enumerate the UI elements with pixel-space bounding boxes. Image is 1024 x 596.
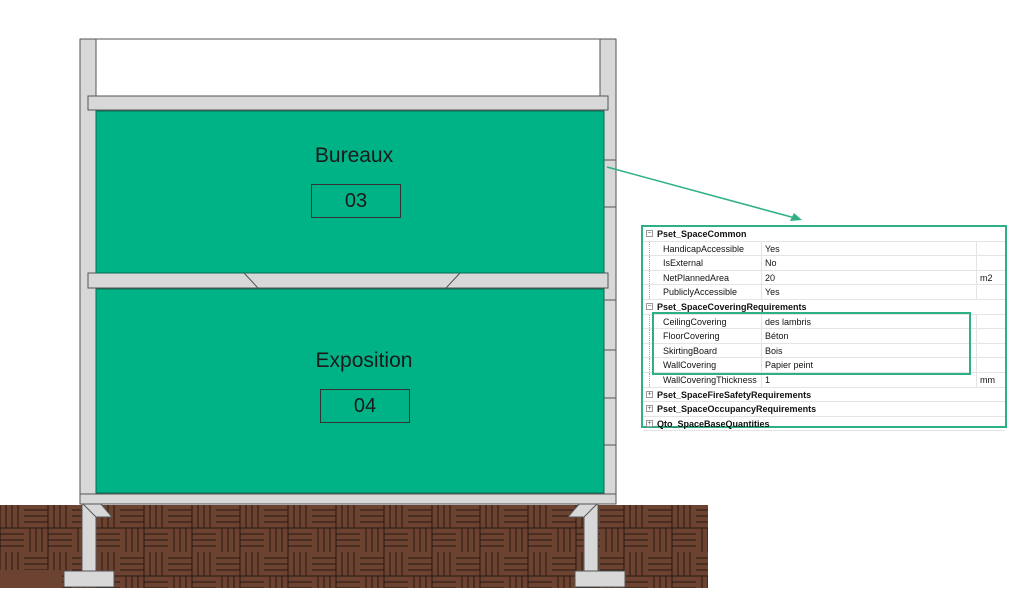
property-unit xyxy=(976,329,1005,343)
property-name: SkirtingBoard xyxy=(663,345,718,356)
property-name: WallCoveringThickness xyxy=(663,374,757,385)
property-unit xyxy=(976,314,1005,329)
property-name: IsExternal xyxy=(663,258,704,269)
middle-slab xyxy=(87,272,609,289)
pset-name: Qto_SpaceBaseQuantities xyxy=(657,418,770,429)
pset-row[interactable]: − Pset_SpaceCommon xyxy=(643,227,1005,242)
property-name: WallCovering xyxy=(663,360,717,371)
property-row[interactable]: SkirtingBoard Bois xyxy=(643,343,1005,359)
property-value[interactable]: Béton xyxy=(761,329,1005,343)
property-row[interactable]: WallCoveringThickness 1 mm xyxy=(643,372,1005,388)
ground-left-gap xyxy=(0,570,62,588)
pset-name: Pset_SpaceCoveringRequirements xyxy=(657,301,807,312)
collapse-icon[interactable]: − xyxy=(646,230,653,237)
tree-connector xyxy=(649,343,650,358)
room-name-bureaux: Bureaux xyxy=(314,144,394,167)
property-name: FloorCovering xyxy=(663,331,720,342)
tree-connector xyxy=(649,285,650,299)
property-row[interactable]: NetPlannedArea 20 m2 xyxy=(643,270,1005,286)
property-unit xyxy=(976,285,1005,299)
property-unit xyxy=(976,241,1005,256)
room-number-exposition: 04 xyxy=(320,389,410,423)
expand-icon[interactable]: + xyxy=(646,390,653,398)
property-row[interactable]: HandicapAccessible Yes xyxy=(643,241,1005,257)
property-value[interactable]: Papier peint xyxy=(761,358,1005,372)
property-value[interactable]: Yes xyxy=(761,241,1005,256)
property-unit xyxy=(976,256,1005,270)
property-value[interactable]: 20 xyxy=(761,270,1005,285)
property-name: HandicapAccessible xyxy=(663,243,745,254)
property-row[interactable]: IsExternal No xyxy=(643,256,1005,271)
room-number-bureaux: 03 xyxy=(311,184,401,218)
left-footing xyxy=(63,570,115,588)
property-row[interactable]: WallCovering Papier peint xyxy=(643,358,1005,373)
right-footing xyxy=(574,570,626,588)
property-name: CeilingCovering xyxy=(663,316,727,327)
property-unit xyxy=(976,358,1005,372)
pset-name: Pset_SpaceCommon xyxy=(657,229,747,239)
property-value[interactable]: No xyxy=(761,256,1005,270)
room-name-exposition: Exposition xyxy=(315,349,413,372)
property-value[interactable]: 1 xyxy=(761,372,1005,387)
property-unit xyxy=(976,343,1005,358)
pset-row[interactable]: + Qto_SpaceBaseQuantities xyxy=(643,417,1005,432)
pset-row[interactable]: − Pset_SpaceCoveringRequirements xyxy=(643,300,1005,315)
expand-icon[interactable]: + xyxy=(646,419,653,427)
property-unit: mm xyxy=(976,372,1005,387)
tree-connector xyxy=(649,358,650,372)
property-value[interactable]: Bois xyxy=(761,343,1005,358)
tree-connector xyxy=(649,256,650,270)
upper-slab xyxy=(87,95,609,111)
tree-connector xyxy=(649,241,650,256)
property-name: PubliclyAccessible xyxy=(663,287,738,298)
pset-name: Pset_SpaceFireSafetyRequirements xyxy=(657,389,812,400)
ground-slab xyxy=(79,493,617,505)
tree-connector xyxy=(649,270,650,285)
property-value[interactable]: des lambris xyxy=(761,314,1005,329)
tree-connector xyxy=(649,372,650,387)
property-row[interactable]: PubliclyAccessible Yes xyxy=(643,285,1005,300)
property-name: NetPlannedArea xyxy=(663,272,730,283)
callout-arrow xyxy=(606,166,796,219)
expand-icon[interactable]: + xyxy=(646,405,653,413)
property-sets-panel: − Pset_SpaceCommon HandicapAccessible Yes Is… xyxy=(641,225,1007,432)
pset-row[interactable]: + Pset_SpaceOccupancyRequirements xyxy=(643,402,1005,417)
tree-connector xyxy=(649,314,650,329)
pset-row[interactable]: + Pset_SpaceFireSafetyRequirements xyxy=(643,388,1005,403)
property-row[interactable]: CeilingCovering des lambris xyxy=(643,314,1005,330)
collapse-icon[interactable]: − xyxy=(646,302,653,310)
pset-name: Pset_SpaceOccupancyRequirements xyxy=(657,404,817,415)
property-row[interactable]: FloorCovering Béton xyxy=(643,329,1005,344)
property-value[interactable]: Yes xyxy=(761,285,1005,299)
property-unit: m2 xyxy=(976,270,1005,285)
tree-connector xyxy=(649,329,650,343)
